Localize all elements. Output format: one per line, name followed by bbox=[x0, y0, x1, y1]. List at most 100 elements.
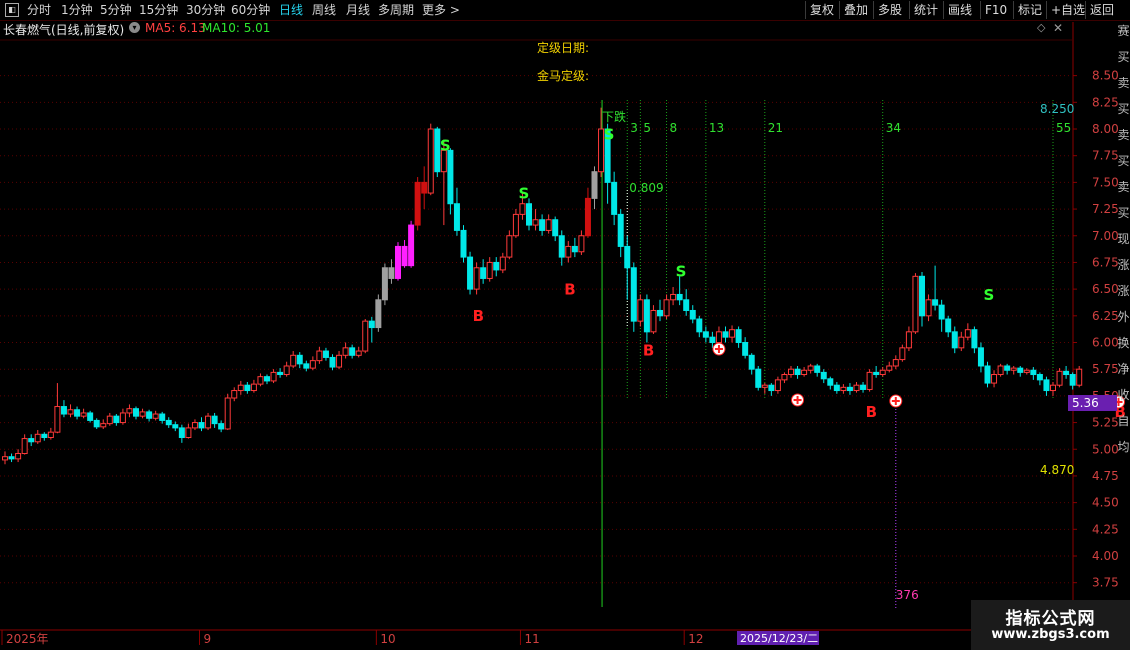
candle-body bbox=[899, 347, 906, 361]
toolbar-action-1[interactable]: 叠加 bbox=[844, 2, 868, 18]
side-label-0: 赛 bbox=[1117, 24, 1130, 38]
candle-body bbox=[342, 347, 349, 356]
diamond-icon[interactable]: ◇ bbox=[1037, 21, 1045, 34]
sell-signal: S bbox=[518, 184, 529, 202]
candle-body bbox=[781, 374, 788, 381]
candle-body bbox=[526, 203, 532, 226]
toolbar-separator bbox=[873, 1, 874, 19]
candle-body bbox=[178, 427, 185, 439]
period-tab-6[interactable]: 日线 bbox=[279, 2, 303, 18]
candle-body bbox=[1050, 384, 1056, 392]
candle-body bbox=[2, 456, 8, 461]
candle-body bbox=[1004, 365, 1011, 371]
candle-body bbox=[198, 422, 205, 429]
candle-body bbox=[912, 275, 919, 333]
sidebar-toggle-icon[interactable]: ◧ bbox=[5, 3, 19, 17]
candle-body bbox=[637, 299, 644, 322]
plus-marker-icon bbox=[791, 393, 805, 407]
golden-horse-label: 金马定级: bbox=[537, 68, 589, 83]
toolbar-action-2[interactable]: 多股 bbox=[878, 2, 902, 18]
candle-body bbox=[584, 197, 591, 237]
candle-body bbox=[611, 181, 618, 215]
period-tab-2[interactable]: 5分钟 bbox=[100, 2, 132, 18]
toolbar-action-3[interactable]: 统计 bbox=[914, 2, 938, 18]
period-tab-3[interactable]: 15分钟 bbox=[139, 2, 178, 18]
candle-body bbox=[362, 320, 369, 352]
candle-body bbox=[375, 299, 382, 329]
candle-body bbox=[447, 149, 454, 205]
chevron-down-icon[interactable]: ▾ bbox=[129, 22, 140, 33]
toolbar-separator bbox=[1085, 1, 1086, 19]
side-label-2: 卖 bbox=[1117, 76, 1130, 90]
y-tick-label: 4.00 bbox=[1092, 549, 1119, 563]
candle-body bbox=[159, 413, 166, 421]
y-tick-label: 8.00 bbox=[1092, 122, 1119, 136]
close-icon[interactable]: ✕ bbox=[1053, 21, 1063, 35]
candle-body bbox=[368, 320, 375, 329]
period-tab-8[interactable]: 月线 bbox=[346, 2, 370, 18]
candle-body bbox=[571, 245, 578, 253]
candle-body bbox=[565, 245, 572, 258]
candle-body bbox=[919, 275, 925, 317]
toolbar-action-4[interactable]: 画线 bbox=[948, 2, 972, 18]
fib-count-label: 13 bbox=[709, 121, 724, 135]
candle-body bbox=[617, 213, 624, 247]
candle-body bbox=[329, 356, 336, 368]
period-tab-5[interactable]: 60分钟 bbox=[231, 2, 270, 18]
candle-body bbox=[303, 363, 310, 369]
candle-body bbox=[696, 318, 703, 333]
toolbar-action-7[interactable]: +自选 bbox=[1051, 2, 1085, 18]
candle-body bbox=[113, 415, 120, 424]
toolbar-action-6[interactable]: 标记 bbox=[1018, 2, 1042, 18]
candle-body bbox=[977, 347, 984, 367]
period-tab-10[interactable]: 更多 > bbox=[422, 2, 460, 18]
watermark-url: www.zbgs3.com bbox=[991, 627, 1110, 642]
candle-body bbox=[395, 245, 401, 279]
candle-body bbox=[499, 256, 506, 271]
candle-body bbox=[211, 415, 218, 425]
fib-count-label: 55 bbox=[1056, 121, 1071, 135]
candle-body bbox=[106, 415, 113, 425]
toolbar-action-5[interactable]: F10 bbox=[985, 2, 1007, 18]
toolbar-action-0[interactable]: 复权 bbox=[810, 2, 834, 18]
fib-count-label: 8 bbox=[670, 121, 678, 135]
candle-body bbox=[755, 368, 762, 388]
candle-body bbox=[493, 261, 500, 271]
candle-body bbox=[1010, 367, 1017, 371]
period-tab-4[interactable]: 30分钟 bbox=[186, 2, 225, 18]
toolbar-separator bbox=[805, 1, 806, 19]
candle-body bbox=[709, 336, 716, 344]
candle-body bbox=[349, 347, 356, 356]
candle-body bbox=[578, 235, 585, 253]
candle-body bbox=[774, 379, 781, 392]
candle-body bbox=[984, 365, 991, 384]
period-tab-9[interactable]: 多周期 bbox=[378, 2, 414, 18]
period-tab-7[interactable]: 周线 bbox=[312, 2, 336, 18]
sell-signal: S bbox=[676, 262, 687, 280]
candle-body bbox=[100, 423, 107, 428]
toolbar-separator bbox=[1046, 1, 1047, 19]
cursor-date-box bbox=[737, 631, 819, 645]
candle-body bbox=[657, 309, 663, 317]
candle-body bbox=[146, 411, 153, 419]
x-tick-label: 10 bbox=[380, 632, 395, 646]
plus-marker-icon bbox=[712, 342, 726, 356]
candle-body bbox=[532, 219, 539, 226]
candle-body bbox=[938, 304, 945, 320]
candle-body bbox=[892, 359, 899, 367]
period-tab-1[interactable]: 1分钟 bbox=[61, 2, 93, 18]
fib-count-label: 34 bbox=[886, 121, 901, 135]
candle-body bbox=[257, 376, 264, 385]
period-tab-0[interactable]: 分时 bbox=[27, 2, 51, 18]
side-label-3: 买 bbox=[1117, 102, 1130, 116]
buy-signal: B bbox=[473, 307, 484, 325]
candle-body bbox=[807, 365, 814, 371]
sell-signal: S bbox=[984, 286, 995, 304]
stock-label[interactable]: 长春燃气(日线,前复权) bbox=[3, 21, 124, 38]
candle-body bbox=[663, 299, 670, 317]
sell-signal: S bbox=[440, 136, 451, 154]
candle-body bbox=[434, 128, 441, 173]
toolbar-action-8[interactable]: 返回 bbox=[1090, 2, 1114, 18]
candle-body bbox=[224, 397, 231, 430]
side-label-9: 涨 bbox=[1117, 258, 1130, 272]
